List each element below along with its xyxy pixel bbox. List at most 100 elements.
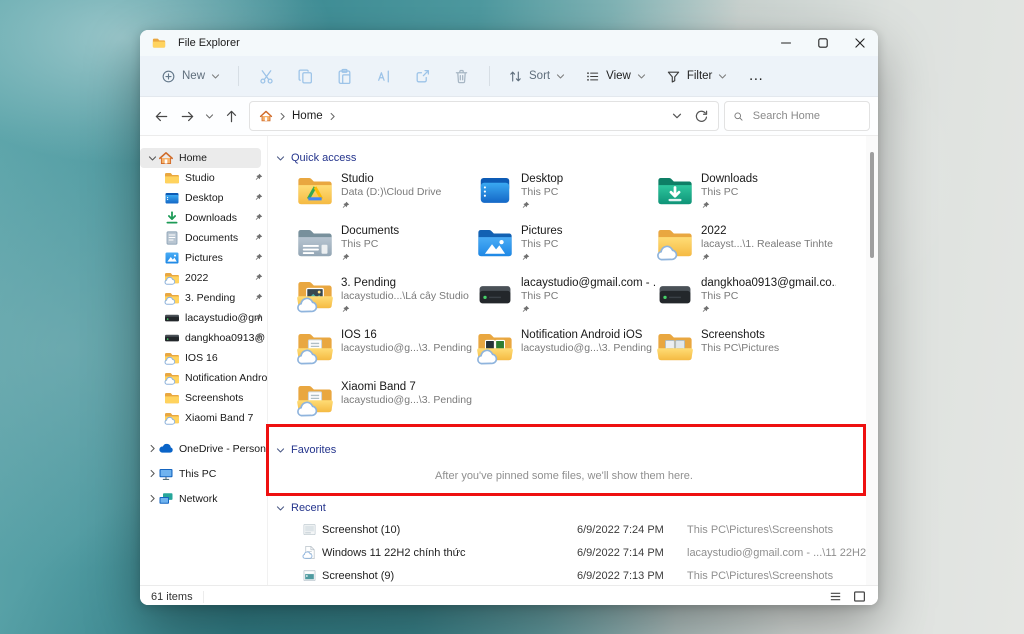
- shots-folder-icon: [656, 328, 694, 366]
- drive-icon: [164, 310, 180, 326]
- tile-documents[interactable]: Documents This PC: [296, 222, 476, 274]
- recent-file-name: Screenshot (9): [322, 570, 577, 582]
- section-label: Quick access: [291, 152, 356, 164]
- drive-icon: [164, 330, 180, 346]
- folder-icon: [164, 170, 180, 186]
- pin-icon: [521, 253, 530, 262]
- filter-button[interactable]: Filter: [657, 60, 737, 92]
- tile-path: This PC: [701, 186, 758, 199]
- breadcrumb-home[interactable]: Home: [292, 110, 323, 122]
- details-view-icon[interactable]: [828, 589, 843, 604]
- recent-locations-chevron[interactable]: [200, 103, 218, 129]
- tile-xiaomi-band7[interactable]: Xiaomi Band 7 lacaystudio@g...\3. Pendin…: [296, 378, 476, 430]
- forward-button[interactable]: [174, 103, 200, 129]
- vertical-scrollbar[interactable]: [866, 136, 878, 585]
- sidebar-item-dangkhoa[interactable]: dangkhoa0913@: [140, 328, 267, 348]
- tile-path: lacaystudio@g...\3. Pending: [521, 342, 652, 355]
- tile-notification-android-ios[interactable]: Notification Android iOS lacaystudio@g..…: [476, 326, 656, 378]
- address-dropdown-chevron[interactable]: [672, 112, 682, 120]
- minimize-button[interactable]: [767, 30, 804, 56]
- rename-icon: [375, 68, 392, 85]
- sidebar-item-notification-android[interactable]: Notification Androi: [140, 368, 267, 388]
- sidebar-item-2022[interactable]: 2022: [140, 268, 267, 288]
- sort-button[interactable]: Sort: [499, 60, 574, 92]
- sidebar-item-lacaystudio[interactable]: lacaystudio@gm: [140, 308, 267, 328]
- expand-chevron-icon[interactable]: [146, 155, 158, 162]
- sidebar-item-screenshots[interactable]: Screenshots: [140, 388, 267, 408]
- cloud-folder-icon: [164, 350, 180, 366]
- up-button[interactable]: [218, 103, 244, 129]
- expand-chevron-icon[interactable]: [146, 494, 158, 503]
- refresh-icon[interactable]: [694, 109, 709, 124]
- expand-chevron-icon[interactable]: [146, 444, 158, 453]
- new-button[interactable]: New: [152, 60, 229, 92]
- search-input[interactable]: [751, 109, 861, 123]
- large-thumbnails-view-icon[interactable]: [852, 589, 867, 604]
- view-button[interactable]: View: [576, 60, 655, 92]
- address-bar[interactable]: Home: [249, 101, 719, 131]
- chevron-down-icon: [718, 73, 727, 80]
- sidebar-item-onedrive[interactable]: OneDrive - Personal: [140, 436, 267, 461]
- tile-name: dangkhoa0913@gmail.co...: [701, 276, 836, 290]
- sidebar-item-desktop[interactable]: Desktop: [140, 188, 267, 208]
- sidebar-item-downloads[interactable]: Downloads: [140, 208, 267, 228]
- sidebar-item-home[interactable]: Home: [140, 148, 261, 168]
- tile-3-pending[interactable]: 3. Pending lacaystudio...\Lá cây Studio: [296, 274, 476, 326]
- quick-access-grid: Studio Data (D:)\Cloud Drive Desktop Thi…: [276, 170, 866, 430]
- sidebar-item-pictures[interactable]: Pictures: [140, 248, 267, 268]
- pin-icon: [254, 193, 263, 202]
- rename-button[interactable]: [365, 60, 402, 92]
- cut-button[interactable]: [248, 60, 285, 92]
- tile-2022[interactable]: 2022 lacayst...\1. Realease Tinhte: [656, 222, 836, 274]
- sidebar-item-ios16[interactable]: IOS 16: [140, 348, 267, 368]
- back-button[interactable]: [148, 103, 174, 129]
- search-box[interactable]: [724, 101, 870, 131]
- sidebar-item-label: IOS 16: [185, 352, 218, 364]
- tile-lacaystudio-drive[interactable]: lacaystudio@gmail.com - ... This PC: [476, 274, 656, 326]
- tile-screenshots[interactable]: Screenshots This PC\Pictures: [656, 326, 836, 378]
- plus-icon: [161, 69, 176, 84]
- favorites-header[interactable]: Favorites: [276, 442, 866, 458]
- view-icon: [585, 69, 600, 84]
- tile-ios16[interactable]: IOS 16 lacaystudio@g...\3. Pending: [296, 326, 476, 378]
- recent-file-path: lacaystudio@gmail.com - ...\11 22H2: [687, 547, 866, 559]
- scrollbar-thumb[interactable]: [870, 152, 874, 258]
- see-more-button[interactable]: …: [738, 71, 774, 81]
- pin-icon: [701, 253, 710, 262]
- documents-folder-icon: [296, 224, 334, 262]
- onedrive-icon: [158, 441, 174, 457]
- share-button[interactable]: [404, 60, 441, 92]
- expand-chevron-icon[interactable]: [146, 469, 158, 478]
- tile-desktop[interactable]: Desktop This PC: [476, 170, 656, 222]
- paste-button[interactable]: [326, 60, 363, 92]
- sidebar-item-3-pending[interactable]: 3. Pending: [140, 288, 267, 308]
- delete-button[interactable]: [443, 60, 480, 92]
- tile-pictures[interactable]: Pictures This PC: [476, 222, 656, 274]
- close-button[interactable]: [841, 30, 878, 56]
- sidebar-item-network[interactable]: Network: [140, 486, 267, 511]
- quick-access-header[interactable]: Quick access: [276, 150, 866, 166]
- title-bar[interactable]: File Explorer: [140, 30, 878, 56]
- pin-icon: [254, 273, 263, 282]
- pin-icon: [254, 173, 263, 182]
- toolbar-separator: [238, 66, 239, 86]
- sidebar-item-studio[interactable]: Studio: [140, 168, 267, 188]
- sidebar-item-this-pc[interactable]: This PC: [140, 461, 267, 486]
- maximize-button[interactable]: [804, 30, 841, 56]
- tile-downloads[interactable]: Downloads This PC: [656, 170, 836, 222]
- recent-file-row[interactable]: Windows 11 22H2 chính thức 6/9/2022 7:14…: [276, 541, 866, 564]
- recent-header[interactable]: Recent: [276, 500, 866, 516]
- delete-icon: [453, 68, 470, 85]
- tile-studio[interactable]: Studio Data (D:)\Cloud Drive: [296, 170, 476, 222]
- recent-file-row[interactable]: Screenshot (10) 6/9/2022 7:24 PM This PC…: [276, 518, 866, 541]
- sidebar-item-label: Documents: [185, 232, 238, 244]
- sidebar-item-documents[interactable]: Documents: [140, 228, 267, 248]
- sidebar-item-label: 2022: [185, 272, 208, 284]
- tile-dangkhoa-drive[interactable]: dangkhoa0913@gmail.co... This PC: [656, 274, 836, 326]
- sidebar-item-xiaomi-band7[interactable]: Xiaomi Band 7: [140, 408, 267, 428]
- copy-button[interactable]: [287, 60, 324, 92]
- tile-name: Pictures: [521, 224, 563, 238]
- tile-name: Documents: [341, 224, 399, 238]
- recent-file-row[interactable]: Screenshot (9) 6/9/2022 7:13 PM This PC\…: [276, 564, 866, 585]
- this-pc-icon: [158, 466, 174, 482]
